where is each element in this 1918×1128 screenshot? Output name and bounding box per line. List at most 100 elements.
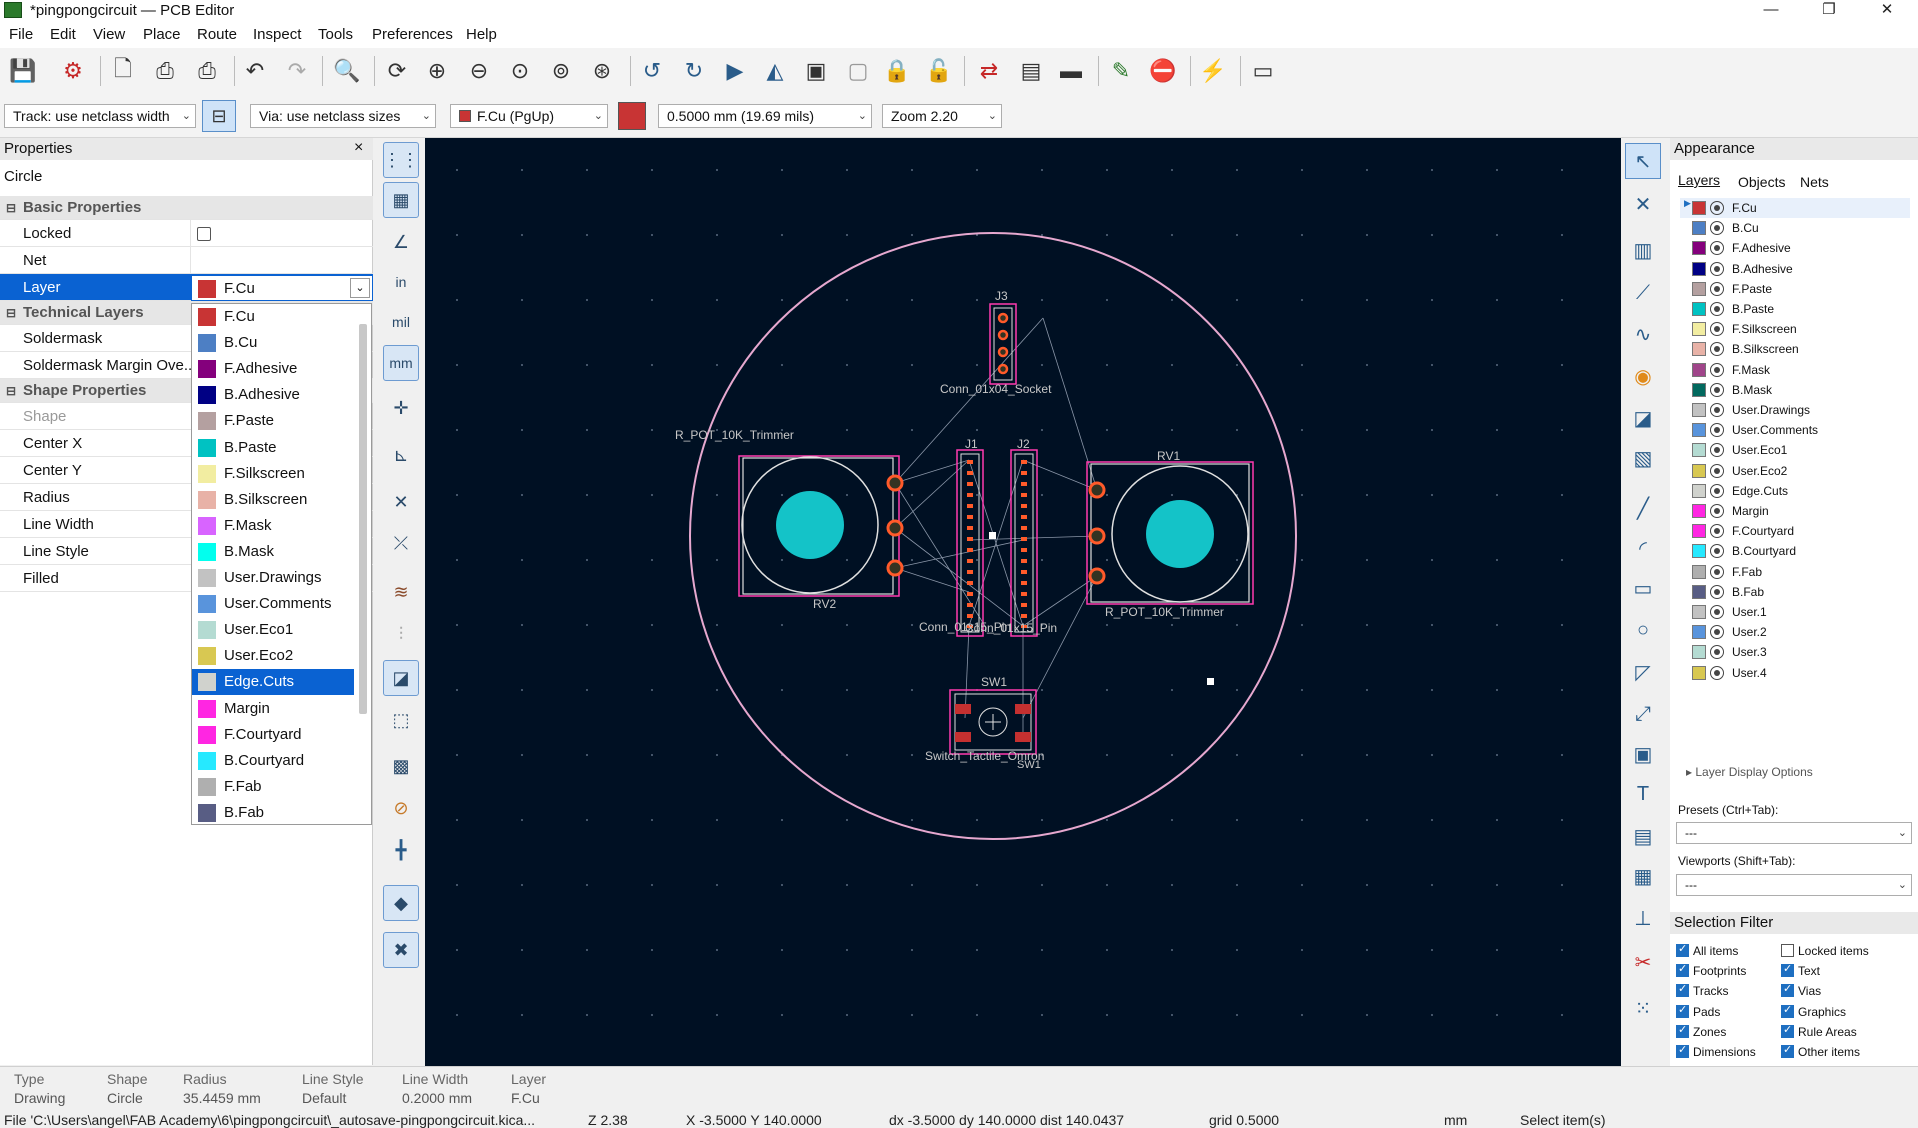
pad-display-icon[interactable]: ▩ — [383, 748, 419, 784]
mils-icon[interactable]: mil — [383, 304, 419, 340]
drc-icon[interactable]: ⛔ — [1146, 54, 1180, 88]
dropdown-item[interactable]: F.Silkscreen — [192, 461, 354, 487]
layer-row[interactable]: User.2 — [1680, 622, 1910, 642]
grid-icon[interactable]: ⋮⋮ — [383, 142, 419, 178]
layer-row[interactable]: User.Eco1 — [1680, 440, 1910, 460]
zoom-objects-icon[interactable]: ⊚ — [544, 54, 578, 88]
layer-row[interactable]: User.Comments — [1680, 420, 1910, 440]
layer-color-swatch[interactable] — [1692, 221, 1706, 236]
selection-filter-item[interactable]: Text — [1781, 962, 1820, 978]
layer-color-swatch[interactable] — [1692, 504, 1706, 518]
layer-row[interactable]: F.Adhesive — [1680, 238, 1910, 258]
schematic-icon[interactable]: ⚡ — [1196, 54, 1230, 88]
cursor-icon[interactable]: ✛ — [383, 390, 419, 426]
graphic-outline-icon[interactable]: ╋ — [383, 832, 419, 868]
visibility-eye-icon[interactable] — [1710, 241, 1724, 256]
close-button[interactable]: ✕ — [1864, 0, 1910, 22]
selection-filter-item[interactable]: Locked items — [1781, 944, 1869, 958]
zoom-out-icon[interactable]: ⊖ — [462, 54, 496, 88]
menu-inspect[interactable]: Inspect — [253, 26, 301, 43]
visibility-eye-icon[interactable] — [1710, 201, 1724, 215]
visibility-eye-icon[interactable] — [1710, 342, 1724, 357]
dropdown-item[interactable]: F.Cu — [192, 304, 354, 330]
filter-checkbox[interactable] — [1781, 982, 1794, 998]
layer-color-swatch[interactable] — [1692, 423, 1706, 438]
layer-contrast-icon[interactable]: ◆ — [383, 885, 419, 921]
lock-icon[interactable]: 🔒 — [880, 54, 914, 88]
filter-checkbox[interactable] — [1676, 942, 1689, 957]
auto-width-icon[interactable]: ⊟ — [202, 100, 236, 132]
dropdown-item[interactable]: B.Adhesive — [192, 382, 354, 408]
refresh-icon[interactable]: ⟳ — [380, 54, 414, 88]
layer-color-swatch[interactable] — [1692, 564, 1706, 579]
menu-help[interactable]: Help — [466, 26, 497, 43]
flip-icon[interactable]: ▶ — [718, 54, 752, 88]
dropdown-item[interactable]: User.Eco1 — [192, 617, 354, 643]
rule-area-icon[interactable]: ▧ — [1625, 440, 1661, 476]
filter-checkbox[interactable] — [1676, 1003, 1689, 1018]
board-setup-icon[interactable]: ⚙ — [56, 54, 90, 88]
visibility-eye-icon[interactable] — [1710, 281, 1724, 296]
tab-layers[interactable]: Layers — [1678, 172, 1720, 188]
print-icon[interactable]: ⎙ — [148, 54, 182, 88]
visibility-eye-icon[interactable] — [1710, 665, 1724, 680]
select-icon[interactable]: ↖ — [1625, 143, 1661, 179]
dropdown-item[interactable]: F.Courtyard — [192, 722, 354, 748]
visibility-eye-icon[interactable] — [1710, 261, 1724, 276]
layer-pair-icon[interactable] — [618, 102, 646, 130]
fab-outputs-icon[interactable]: ✎ — [1104, 54, 1138, 88]
dropdown-item[interactable]: Margin — [192, 696, 354, 722]
layer-select[interactable]: F.Cu (PgUp) ⌄ — [450, 104, 608, 128]
via-icon[interactable]: ◉ — [1625, 358, 1661, 394]
zone-fill-icon[interactable]: ◪ — [383, 660, 419, 696]
layer-color-swatch[interactable] — [1692, 261, 1706, 276]
route-track-icon[interactable]: ⟋ — [1625, 275, 1661, 311]
properties-toggle-icon[interactable]: ✖ — [383, 932, 419, 968]
layer-dropdown-list[interactable]: F.Cu B.Cu F.Adhesive B.Adhesive F.Paste B.Pas… — [191, 303, 372, 825]
millimeters-icon[interactable]: mm — [383, 345, 419, 381]
menu-route[interactable]: Route — [197, 26, 237, 43]
dropdown-item[interactable]: F.Mask — [192, 513, 354, 539]
layer-combo[interactable]: F.Cu ⌄ — [191, 275, 373, 301]
visibility-eye-icon[interactable] — [1710, 423, 1724, 438]
menu-preferences[interactable]: Preferences — [372, 26, 453, 43]
visibility-eye-icon[interactable] — [1710, 524, 1724, 539]
track-width-select[interactable]: Track: use netclass width ⌄ — [4, 104, 196, 128]
footprint-editor-icon[interactable]: ▤ — [1014, 54, 1048, 88]
layer-color-swatch[interactable] — [1692, 605, 1706, 619]
layer-row[interactable]: Edge.Cuts — [1680, 481, 1910, 501]
minimize-button[interactable]: — — [1748, 0, 1794, 22]
filter-checkbox[interactable] — [1781, 1043, 1794, 1058]
grid-select[interactable]: 0.5000 mm (19.69 mils) ⌄ — [658, 104, 872, 128]
selection-filter-item[interactable]: Dimensions — [1676, 1043, 1756, 1059]
visibility-eye-icon[interactable] — [1710, 403, 1724, 417]
dropdown-item[interactable]: Edge.Cuts — [192, 669, 354, 696]
dropdown-item[interactable]: B.Courtyard — [192, 748, 354, 774]
table-icon[interactable]: ▦ — [1625, 858, 1661, 894]
layer-display-options[interactable]: ▸ Layer Display Options — [1686, 765, 1813, 779]
image-icon[interactable]: ▣ — [1625, 736, 1661, 772]
menu-view[interactable]: View — [93, 26, 125, 43]
layer-color-swatch[interactable] — [1692, 362, 1706, 377]
layer-color-swatch[interactable] — [1692, 665, 1706, 680]
dropdown-item[interactable]: User.Eco2 — [192, 643, 354, 669]
presets-select[interactable]: --- ⌄ — [1676, 822, 1912, 844]
filter-checkbox[interactable] — [1676, 962, 1689, 978]
dropdown-item[interactable]: B.Fab — [192, 800, 354, 824]
dropdown-item[interactable]: B.Paste — [192, 435, 354, 461]
local-coords-icon[interactable]: ⊾ — [383, 437, 419, 473]
undo-icon[interactable]: ↶ — [238, 54, 272, 88]
locked-checkbox[interactable] — [197, 227, 211, 241]
grid-overrides-icon[interactable]: ▦ — [383, 182, 419, 218]
tab-objects[interactable]: Objects — [1738, 174, 1785, 190]
dropdown-item[interactable]: B.Silkscreen — [192, 487, 354, 513]
scripting-console-icon[interactable]: ▭ — [1246, 54, 1280, 88]
visibility-eye-icon[interactable] — [1710, 584, 1724, 599]
dropdown-item[interactable]: F.Adhesive — [192, 356, 354, 382]
visibility-eye-icon[interactable] — [1710, 625, 1724, 640]
track-display-icon[interactable]: ≋ — [383, 574, 419, 610]
visibility-eye-icon[interactable] — [1710, 382, 1724, 397]
curved-ratsnest-icon[interactable]: ⤫ — [383, 525, 419, 561]
layer-color-swatch[interactable] — [1692, 443, 1706, 458]
dropdown-item[interactable]: User.Comments — [192, 591, 354, 617]
